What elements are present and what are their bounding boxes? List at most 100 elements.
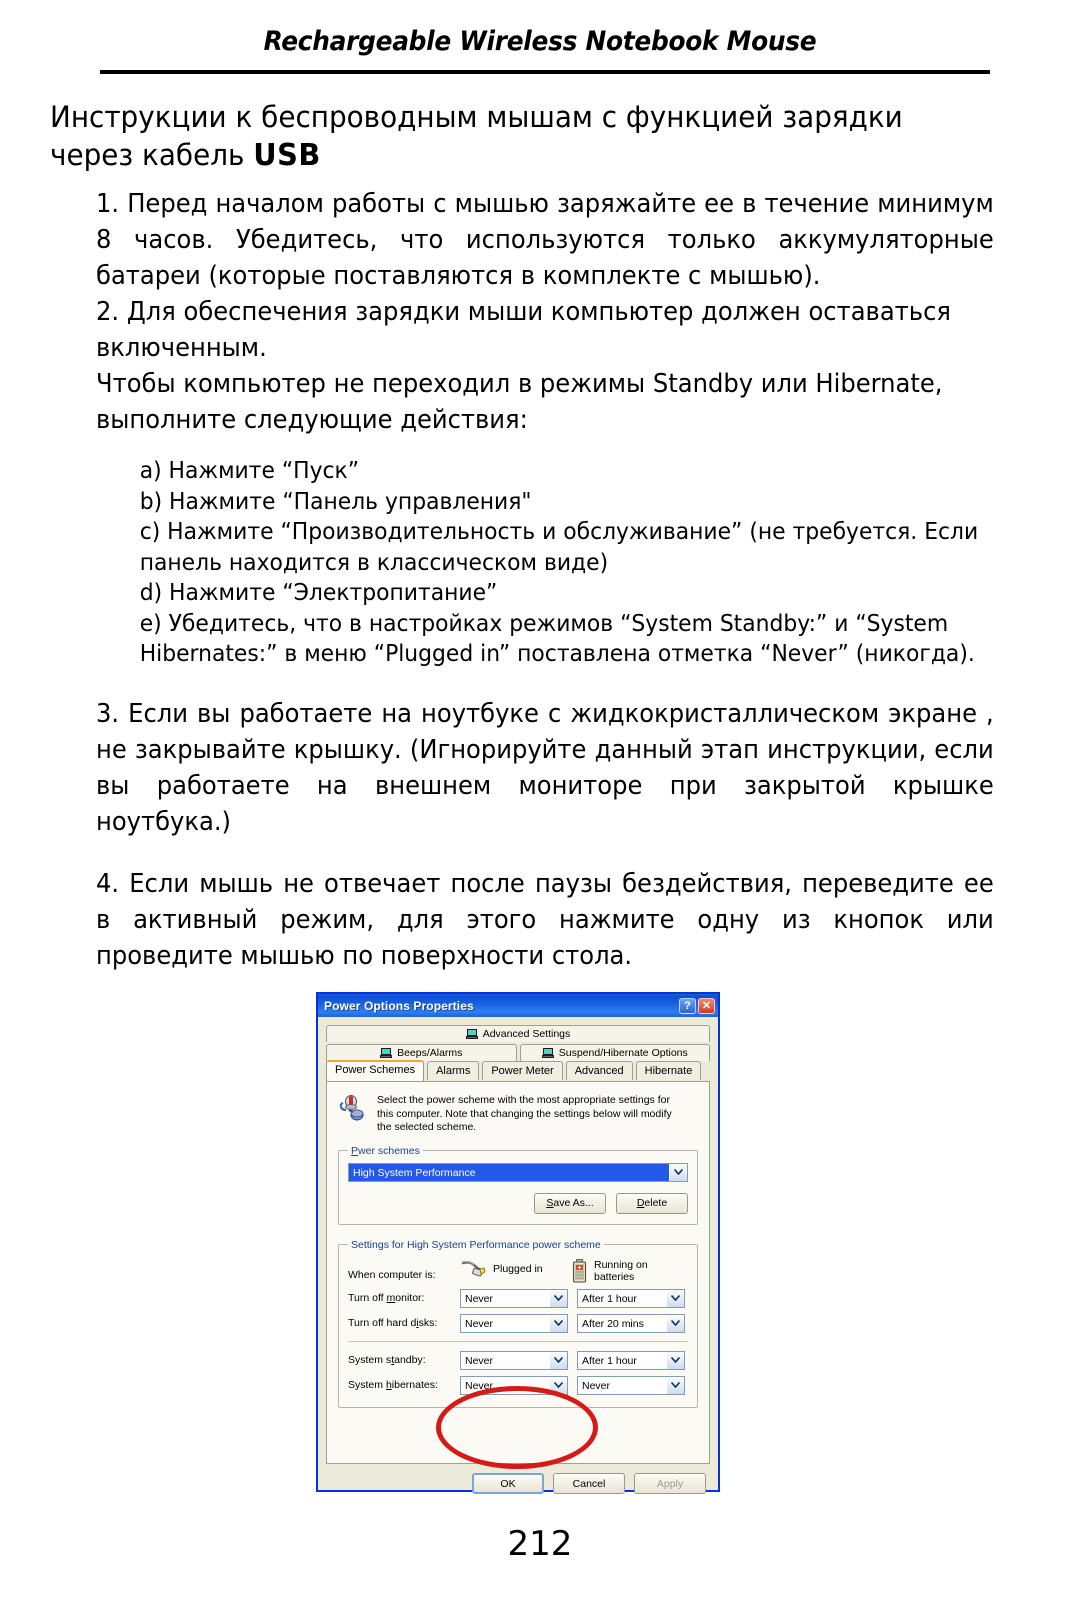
settings-group: Settings for High System Performance pow…: [338, 1238, 698, 1408]
turn-off-monitor-row: Turn off monitor: Never After 1 hour: [348, 1288, 688, 1308]
power-options-dialog: Power Options Properties ? ✕ Advanced Se…: [316, 992, 720, 1494]
scheme-button-row: Save As... Delete: [348, 1192, 688, 1214]
cancel-button[interactable]: Cancel: [553, 1473, 625, 1494]
delete-label-rest: elete: [644, 1197, 668, 1209]
list-item: e) Убедитесь, что в настройках режимов “…: [139, 610, 975, 668]
plugged-in-column-header: Plugged in: [460, 1259, 572, 1279]
secondary-tabrow: Beeps/Alarms Suspend/Hibernate Options: [326, 1044, 710, 1061]
turn-off-hard-disks-row: Turn off hard disks: Never After 20 mins: [348, 1313, 688, 1333]
running-header: Rechargeable Wireless Notebook Mouse: [263, 26, 817, 57]
batteries-column-header: Running on batteries: [572, 1259, 684, 1283]
turn-off-hard-disks-battery-value: After 20 mins: [582, 1317, 644, 1330]
system-hibernates-row: System hibernates: Never Never: [348, 1375, 688, 1395]
settings-divider: [348, 1340, 688, 1342]
body-content: 1. Перед началом работы с мышью заряжайт…: [96, 186, 996, 974]
tab-advanced[interactable]: Advanced: [565, 1061, 633, 1080]
chevron-down-icon[interactable]: [549, 1289, 567, 1307]
delete-button[interactable]: Delete: [616, 1192, 688, 1214]
chevron-down-icon[interactable]: [669, 1163, 687, 1181]
dialog-body: Advanced Settings Beeps/Alarms Suspend/H…: [318, 1017, 718, 1494]
plugged-in-label: Plugged in: [493, 1262, 543, 1275]
description-row: Select the power scheme with the most ap…: [338, 1094, 700, 1135]
save-as-label-rest: ave As...: [553, 1197, 594, 1209]
close-icon[interactable]: ✕: [698, 997, 715, 1014]
tab-advanced-settings-label: Advanced Settings: [482, 1028, 571, 1040]
tab-alarms[interactable]: Alarms: [427, 1061, 480, 1080]
tab-power-schemes[interactable]: Power Schemes: [326, 1060, 425, 1081]
save-as-button[interactable]: Save As...: [534, 1192, 606, 1214]
page-number: 212: [507, 1524, 573, 1564]
turn-off-monitor-battery-select[interactable]: After 1 hour: [577, 1288, 685, 1308]
laptop-icon: [541, 1048, 554, 1058]
power-scheme-icon: [338, 1094, 368, 1122]
paragraph-3: Чтобы компьютер не переходил в режимы St…: [96, 369, 943, 435]
chevron-down-icon[interactable]: [666, 1314, 684, 1332]
settings-group-legend: Settings for High System Performance pow…: [351, 1238, 601, 1251]
power-schemes-group: Pwer schemes High System Performance Sav…: [338, 1144, 698, 1225]
power-schemes-legend-text: wer schemes: [358, 1144, 420, 1157]
system-hibernates-plugged-select[interactable]: Never: [460, 1375, 568, 1395]
system-hibernates-battery-select[interactable]: Never: [577, 1375, 685, 1395]
battery-icon: [572, 1258, 587, 1283]
turn-off-hard-disks-plugged-value: Never: [465, 1317, 494, 1330]
sub-step-list: a) Нажмите “Пуск” b) Нажмите “Панель упр…: [96, 456, 996, 670]
main-tabstrip: Power Schemes Alarms Power Meter Advance…: [326, 1060, 710, 1082]
list-item: a) Нажмите “Пуск”: [139, 458, 360, 484]
dialog-footer: OK Cancel Apply: [324, 1473, 706, 1494]
laptop-icon: [380, 1048, 393, 1058]
chevron-down-icon[interactable]: [666, 1289, 684, 1307]
tab-suspend-hibernate-options[interactable]: Suspend/Hibernate Options: [519, 1044, 710, 1061]
page-title: Инструкции к беспроводным мышам с функци…: [50, 98, 962, 175]
page-title-usb: USB: [253, 138, 321, 173]
turn-off-hard-disks-battery-select[interactable]: After 20 mins: [577, 1313, 685, 1333]
system-standby-plugged-value: Never: [465, 1354, 494, 1367]
tab-advanced-settings[interactable]: Advanced Settings: [326, 1025, 710, 1042]
chevron-down-icon[interactable]: [549, 1376, 567, 1394]
list-item: d) Нажмите “Электропитание”: [139, 580, 498, 606]
laptop-icon: [465, 1029, 478, 1039]
tab-beeps-alarms[interactable]: Beeps/Alarms: [326, 1044, 517, 1061]
system-hibernates-battery-value: Never: [582, 1379, 611, 1392]
chevron-down-icon[interactable]: [666, 1376, 684, 1394]
system-hibernates-label: System hibernates:: [348, 1379, 438, 1391]
turn-off-monitor-plugged-value: Never: [465, 1292, 494, 1305]
power-schemes-panel: Select the power scheme with the most ap…: [326, 1081, 710, 1464]
chevron-down-icon[interactable]: [549, 1314, 567, 1332]
turn-off-hard-disks-label: Turn off hard disks:: [348, 1317, 438, 1329]
ok-button[interactable]: OK: [472, 1473, 544, 1494]
system-standby-label: System standby:: [348, 1354, 426, 1366]
document-page: Rechargeable Wireless Notebook Mouse Инс…: [0, 0, 1080, 1620]
system-hibernates-plugged-value: Never: [465, 1379, 494, 1392]
header-rule: [100, 70, 990, 74]
dialog-titlebar: Power Options Properties ? ✕: [318, 994, 718, 1017]
page-title-line2-prefix: через кабель: [50, 138, 254, 172]
system-standby-battery-value: After 1 hour: [582, 1354, 637, 1367]
help-icon[interactable]: ?: [679, 997, 696, 1014]
apply-button: Apply: [634, 1473, 706, 1494]
batteries-label-line1: Running on: [594, 1258, 648, 1271]
batteries-label: Running on batteries: [594, 1259, 648, 1283]
plug-icon: [460, 1259, 486, 1279]
list-item: c) Нажмите “Производительность и обслужи…: [139, 519, 979, 576]
system-standby-row: System standby: Never After 1 hour: [348, 1350, 688, 1370]
page-title-line1: Инструкции к беспроводным мышам с функци…: [50, 100, 903, 134]
tab-power-meter[interactable]: Power Meter: [482, 1061, 563, 1080]
tab-beeps-alarms-label: Beeps/Alarms: [397, 1047, 463, 1059]
power-schemes-legend: Pwer schemes: [351, 1144, 420, 1157]
chevron-down-icon[interactable]: [549, 1351, 567, 1369]
power-scheme-select[interactable]: High System Performance: [348, 1162, 688, 1182]
advanced-settings-tabrow: Advanced Settings: [326, 1025, 710, 1042]
turn-off-monitor-battery-value: After 1 hour: [582, 1292, 637, 1305]
dialog-title: Power Options Properties: [324, 998, 474, 1013]
batteries-label-line2: batteries: [594, 1270, 635, 1283]
chevron-down-icon[interactable]: [666, 1351, 684, 1369]
system-standby-plugged-select[interactable]: Never: [460, 1350, 568, 1370]
turn-off-hard-disks-plugged-select[interactable]: Never: [460, 1313, 568, 1333]
settings-header-row: When computer is: Plugged in Running on …: [348, 1259, 688, 1283]
system-standby-battery-select[interactable]: After 1 hour: [577, 1350, 685, 1370]
when-computer-is-label: When computer is:: [348, 1268, 436, 1281]
turn-off-monitor-label: Turn off monitor:: [348, 1292, 425, 1304]
tab-suspend-hibernate-label: Suspend/Hibernate Options: [558, 1047, 688, 1059]
tab-hibernate[interactable]: Hibernate: [635, 1061, 702, 1080]
turn-off-monitor-plugged-select[interactable]: Never: [460, 1288, 568, 1308]
